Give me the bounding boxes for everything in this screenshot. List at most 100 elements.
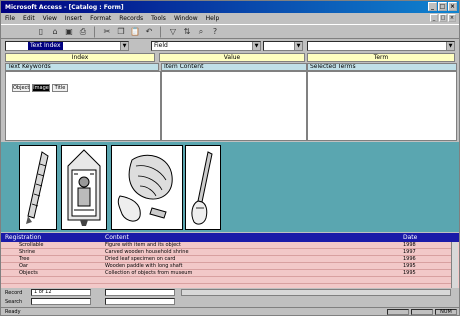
menu-view[interactable]: View — [43, 15, 57, 22]
open-icon[interactable]: ⌂ — [49, 26, 61, 38]
access-window: Microsoft Access - [Catalog : Form] _ □ … — [0, 0, 460, 316]
record-label: Record — [5, 290, 23, 296]
table-row[interactable]: Scrollable Figure with item and its obje… — [1, 242, 451, 249]
text-index-combo[interactable]: Text Index ▼ — [5, 41, 129, 51]
third-combo[interactable]: ▼ — [263, 41, 303, 51]
menu-file[interactable]: File — [5, 15, 15, 22]
menu-tools[interactable]: Tools — [151, 15, 166, 22]
chevron-down-icon[interactable]: ▼ — [252, 42, 260, 50]
column-header-item-content[interactable]: Item Content — [161, 63, 307, 71]
keywords-pane[interactable]: Object Image Title — [5, 71, 161, 141]
menu-help[interactable]: Help — [206, 15, 220, 22]
row-content: Carved wooden household shrine — [105, 249, 189, 255]
copy-icon[interactable]: ❐ — [115, 26, 127, 38]
footer-bar: Record 1 of 12 Search — [1, 289, 459, 307]
mdi-restore-button[interactable]: □ — [439, 14, 447, 22]
paste-icon[interactable]: 📋 — [129, 26, 141, 38]
row-registration: Scrollable — [19, 242, 44, 248]
close-button[interactable]: × — [448, 2, 457, 11]
row-date: 1995 — [403, 263, 416, 269]
field-combo[interactable]: Field ▼ — [151, 41, 261, 51]
row-content: Figure with item and its object — [105, 242, 181, 248]
search-label: Search — [5, 299, 23, 305]
column-title-value: Value — [159, 53, 305, 62]
records-grid-header: Registration Content Date — [1, 233, 459, 242]
text-index-selected: Text Index — [28, 42, 63, 50]
chevron-down-icon[interactable]: ▼ — [294, 42, 302, 50]
new-icon[interactable]: ▯ — [35, 26, 47, 38]
row-content: Dried leaf specimen on card — [105, 256, 176, 262]
grid-header-registration[interactable]: Registration — [5, 233, 41, 242]
minimize-button[interactable]: _ — [428, 2, 437, 11]
mdi-controls: _ □ × — [430, 14, 456, 22]
menu-window[interactable]: Window — [174, 15, 198, 22]
help-icon[interactable]: ? — [209, 26, 221, 38]
window-title: Microsoft Access - [Catalog : Form] — [5, 4, 124, 11]
record-field[interactable]: 1 of 12 — [31, 289, 91, 296]
filter-icon[interactable]: ▽ — [167, 26, 179, 38]
row-date: 1996 — [403, 256, 416, 262]
shrine-image-icon — [62, 146, 106, 229]
toolbar: ▯ ⌂ ▣ ⎙ ✂ ❐ 📋 ↶ ▽ ⇅ ⌕ ? — [1, 24, 459, 39]
row-registration: Tree — [19, 256, 30, 262]
grid-scrollbar[interactable] — [451, 242, 458, 288]
selected-terms-pane[interactable] — [307, 71, 457, 141]
sort-icon[interactable]: ⇅ — [181, 26, 193, 38]
thumbnail-scroll[interactable] — [19, 145, 57, 230]
grid-header-date[interactable]: Date — [403, 233, 417, 242]
status-cell-num: NUM — [435, 309, 457, 315]
grid-header-content[interactable]: Content — [105, 233, 129, 242]
status-cell — [387, 309, 409, 315]
row-content: Wooden paddle with long shaft — [105, 263, 183, 269]
records-grid: Scrollable Figure with item and its obje… — [1, 242, 459, 288]
search-input[interactable] — [31, 298, 91, 305]
print-icon[interactable]: ⎙ — [77, 26, 89, 38]
row-date: 1998 — [403, 242, 416, 248]
maximize-button[interactable]: □ — [438, 2, 447, 11]
column-header-text-keywords[interactable]: Text Keywords — [5, 63, 159, 71]
find-icon[interactable]: ⌕ — [195, 26, 207, 38]
thumbnail-shrine[interactable] — [61, 145, 107, 230]
menu-edit[interactable]: Edit — [23, 15, 35, 22]
table-row[interactable]: Objects Collection of objects from museu… — [1, 270, 451, 277]
mdi-close-button[interactable]: × — [448, 14, 456, 22]
window-controls: _ □ × — [428, 2, 457, 11]
chevron-down-icon[interactable]: ▼ — [120, 42, 128, 50]
footer-field-4[interactable] — [105, 298, 175, 305]
chip-object[interactable]: Object — [12, 84, 30, 92]
combo-row: Text Index ▼ Field ▼ ▼ ▼ — [1, 41, 459, 52]
row-registration: Shrine — [19, 249, 36, 255]
table-row[interactable]: Oar Wooden paddle with long shaft 1995 — [1, 263, 451, 270]
chevron-down-icon[interactable]: ▼ — [446, 42, 454, 50]
thumbnail-leaf[interactable] — [111, 145, 183, 230]
menu-insert[interactable]: Insert — [65, 15, 82, 22]
cut-icon[interactable]: ✂ — [101, 26, 113, 38]
table-row[interactable]: Tree Dried leaf specimen on card 1996 — [1, 256, 451, 263]
status-cells: NUM — [387, 309, 457, 315]
chip-title[interactable]: Title — [52, 84, 68, 92]
horizontal-scrollbar[interactable] — [181, 289, 451, 296]
table-row[interactable]: Shrine Carved wooden household shrine 19… — [1, 249, 451, 256]
row-content: Collection of objects from museum — [105, 270, 193, 276]
column-header-selected-terms[interactable]: Selected Terms — [307, 63, 457, 71]
thumbnail-oar[interactable] — [185, 145, 221, 230]
menu-format[interactable]: Format — [90, 15, 111, 22]
field-combo-value: Field — [154, 42, 168, 49]
status-text: Ready — [5, 309, 21, 315]
column-title-index: Index — [5, 53, 155, 62]
menu-records[interactable]: Records — [119, 15, 143, 22]
row-registration: Objects — [19, 270, 38, 276]
mdi-minimize-button[interactable]: _ — [430, 14, 438, 22]
toolbar-separator — [160, 25, 162, 38]
table-row[interactable] — [1, 277, 451, 284]
scroll-image-icon — [20, 146, 56, 229]
title-bar: Microsoft Access - [Catalog : Form] _ □ … — [1, 1, 459, 13]
status-cell — [411, 309, 433, 315]
fourth-combo[interactable]: ▼ — [307, 41, 455, 51]
footer-field-3[interactable] — [105, 289, 175, 296]
undo-icon[interactable]: ↶ — [143, 26, 155, 38]
item-content-pane[interactable] — [161, 71, 307, 141]
save-icon[interactable]: ▣ — [63, 26, 75, 38]
image-strip — [1, 142, 459, 232]
chip-image[interactable]: Image — [32, 84, 50, 92]
